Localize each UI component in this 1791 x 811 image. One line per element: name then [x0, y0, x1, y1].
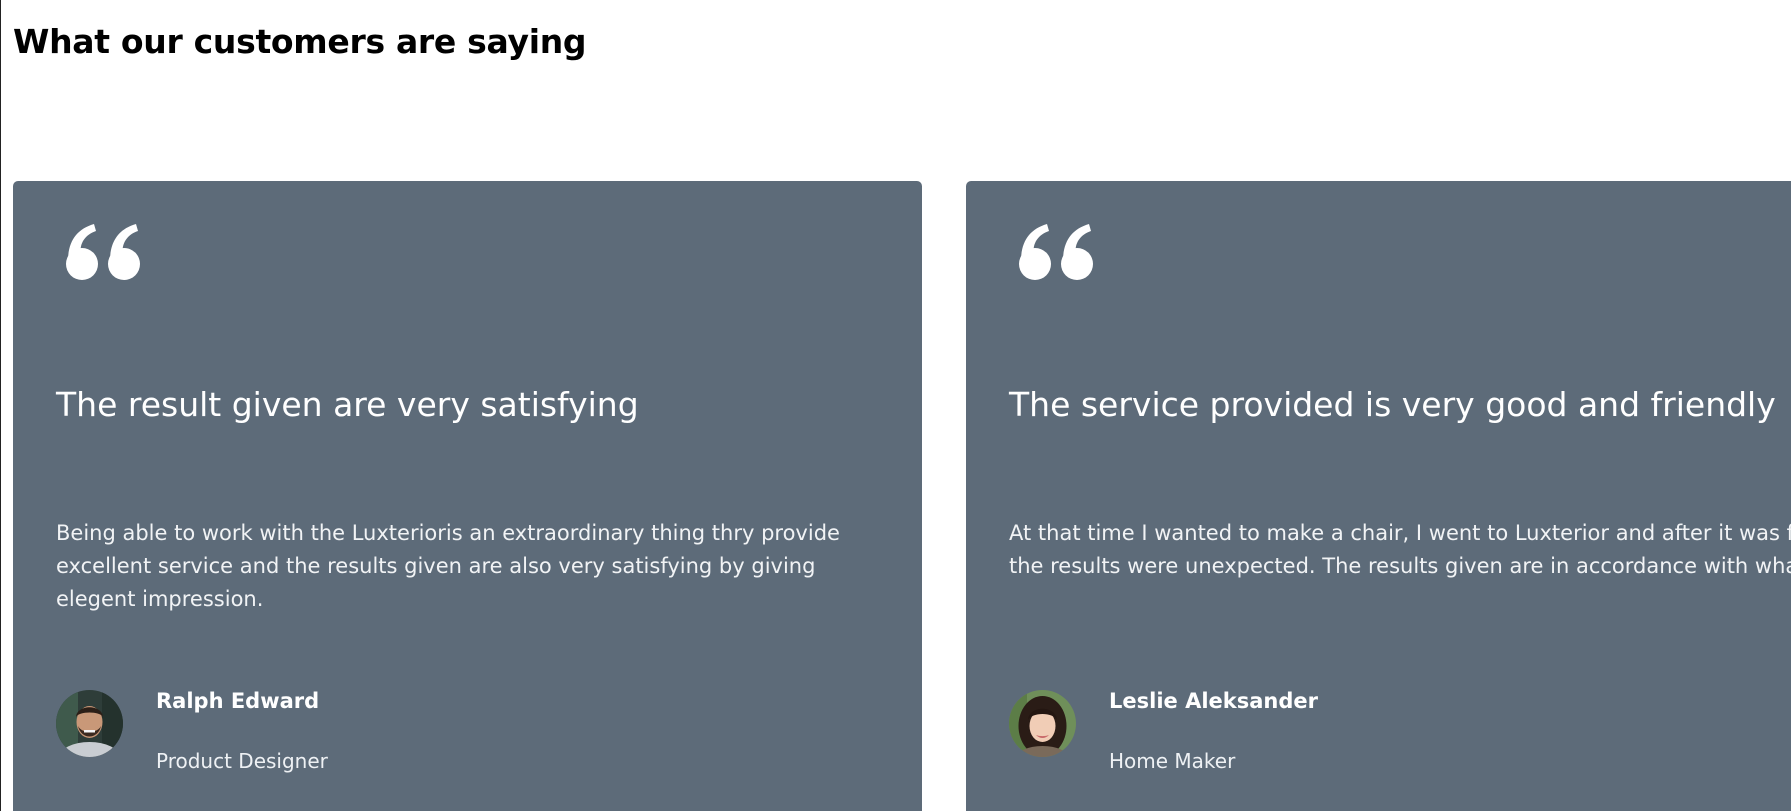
author-role: Home Maker — [1109, 749, 1236, 773]
quote-icon — [1019, 224, 1093, 280]
avatar — [56, 690, 123, 757]
author-name: Leslie Aleksander — [1109, 689, 1318, 713]
testimonial-title: The service provided is very good and fr… — [1009, 385, 1776, 424]
avatar — [1009, 690, 1076, 757]
author-name: Ralph Edward — [156, 689, 320, 713]
avatar-leslie-aleksander — [1009, 690, 1076, 757]
author-role: Product Designer — [156, 749, 328, 773]
testimonial-card-1: The result given are very satisfying Bei… — [13, 181, 922, 811]
testimonial-title: The result given are very satisfying — [56, 385, 639, 424]
testimonial-text: Being able to work with the Luxterioris … — [56, 521, 840, 611]
avatar-ralph-edward — [56, 690, 123, 757]
quote-icon — [66, 224, 140, 280]
testimonial-text: At that time I wanted to make a chair, I… — [1009, 521, 1791, 578]
testimonials-page: What our customers are saying The result… — [0, 0, 1791, 811]
section-title: What our customers are saying — [13, 22, 587, 61]
testimonial-card-2: The service provided is very good and fr… — [966, 181, 1791, 811]
